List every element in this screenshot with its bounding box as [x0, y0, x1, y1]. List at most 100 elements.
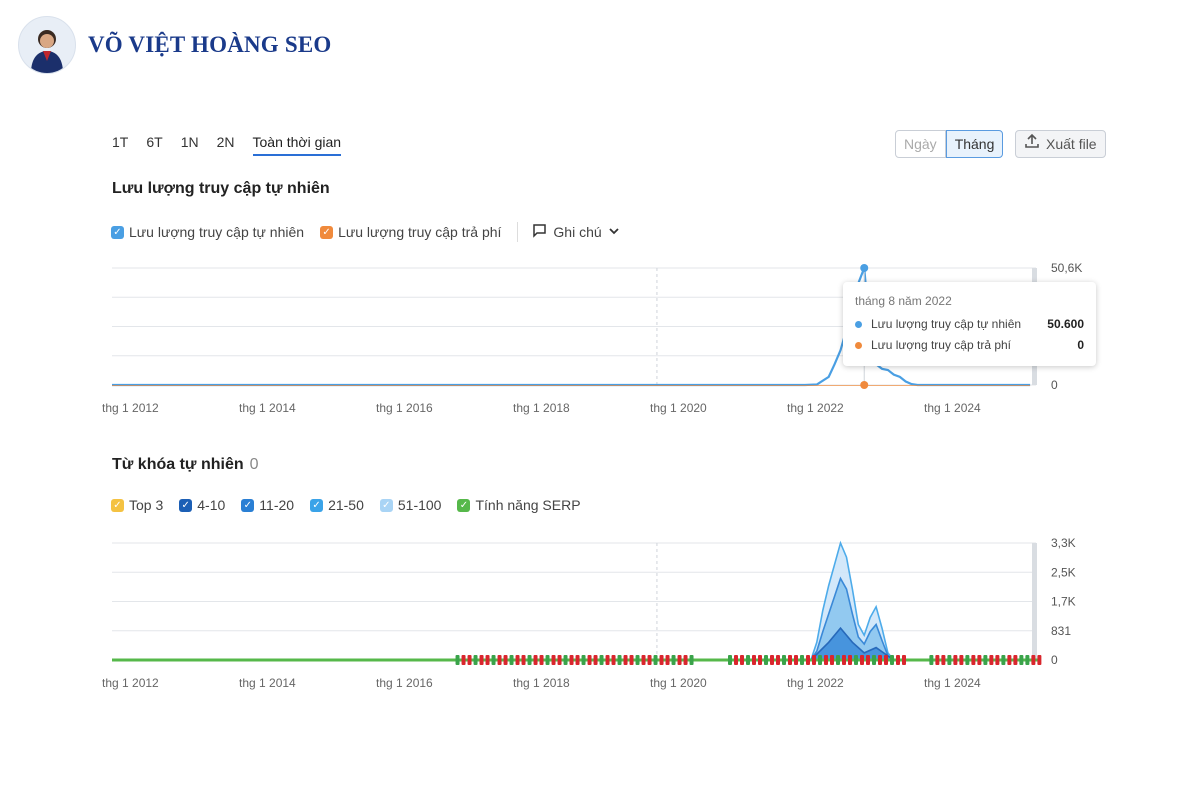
paid-dot-icon [855, 341, 862, 349]
checkbox-icon[interactable]: ✓ [179, 498, 193, 512]
tab-all-time[interactable]: Toàn thời gian [252, 134, 342, 156]
serp-feature-icon [635, 655, 640, 665]
serp-feature-icon [824, 655, 828, 665]
y-tick-label: 50,6K [1051, 261, 1082, 275]
x-tick-label: thg 1 2020 [650, 401, 707, 415]
serp-feature-icon [935, 655, 940, 665]
x-tick-label: thg 1 2018 [513, 401, 570, 415]
x-tick-label: thg 1 2024 [924, 676, 981, 690]
serp-feature-icon [836, 655, 840, 665]
tooltip-title: tháng 8 năm 2022 [855, 294, 952, 308]
serp-feature-icon [1037, 655, 1042, 665]
y-tick-label: 1,7K [1051, 595, 1076, 609]
serp-feature-icon [611, 655, 616, 665]
serp-feature-icon [890, 655, 894, 665]
serp-feature-icon [758, 655, 762, 665]
avatar [18, 16, 76, 74]
serp-feature-icon [581, 655, 586, 665]
checkbox-icon[interactable]: ✓ [310, 498, 324, 512]
serp-feature-icon [995, 655, 1000, 665]
serp-feature-icon [728, 655, 732, 665]
x-tick-label: thg 1 2022 [787, 401, 844, 415]
serp-feature-icon [740, 655, 744, 665]
serp-feature-icon [830, 655, 834, 665]
serp-feature-icon [497, 655, 502, 665]
serp-feature-icon [593, 655, 598, 665]
serp-feature-icon [989, 655, 994, 665]
keywords-legend: ✓ Top 3 ✓ 4-10 ✓ 11-20 ✓ 21-50 ✓ 51-100 … [111, 497, 597, 513]
serp-feature-icon [623, 655, 628, 665]
tab-2-years[interactable]: 2N [217, 134, 235, 156]
serp-feature-icon [557, 655, 562, 665]
checkbox-icon[interactable]: ✓ [111, 225, 124, 239]
checkbox-icon[interactable]: ✓ [379, 498, 393, 512]
legend-11-20-label: 11-20 [259, 497, 295, 513]
y-tick-label: 0 [1051, 378, 1058, 392]
serp-feature-icon [794, 655, 798, 665]
legend-serp[interactable]: ✓ Tính năng SERP [457, 497, 581, 513]
legend-top3[interactable]: ✓ Top 3 [111, 497, 163, 513]
granularity-toggle: Ngày Tháng [895, 130, 1004, 158]
serp-feature-icon [653, 655, 658, 665]
legend-51-100-label: 51-100 [397, 497, 442, 513]
chevron-down-icon [608, 224, 620, 240]
serp-feature-icon [527, 655, 532, 665]
serp-feature-icon [473, 655, 478, 665]
tab-6-months[interactable]: 6T [146, 134, 162, 156]
x-tick-label: thg 1 2018 [513, 676, 570, 690]
checkbox-icon[interactable]: ✓ [111, 498, 124, 512]
serp-feature-icon [983, 655, 988, 665]
legend-organic[interactable]: ✓ Lưu lượng truy cập tự nhiên [111, 224, 304, 240]
tab-1-year[interactable]: 1N [181, 134, 199, 156]
tooltip-organic-label: Lưu lượng truy cập tự nhiên [871, 317, 1022, 331]
serp-feature-icon [848, 655, 852, 665]
notes-label: Ghi chú [553, 224, 602, 240]
x-tick-label: thg 1 2022 [787, 676, 844, 690]
serp-feature-icon [782, 655, 786, 665]
serp-feature-icon [545, 655, 550, 665]
y-tick-label: 0 [1051, 653, 1058, 667]
serp-feature-icon [734, 655, 738, 665]
checkbox-icon[interactable]: ✓ [457, 498, 471, 512]
keywords-count: 0 [249, 456, 259, 473]
serp-feature-icon [1031, 655, 1036, 665]
brand-header: VÕ VIỆT HOÀNG SEO [18, 16, 331, 74]
serp-feature-icon [752, 655, 756, 665]
legend-51-100[interactable]: ✓ 51-100 [379, 497, 442, 513]
serp-feature-icon [551, 655, 556, 665]
month-button[interactable]: Tháng [945, 130, 1004, 158]
serp-feature-icon [533, 655, 538, 665]
tooltip-organic-value: 50.600 [1047, 317, 1084, 331]
serp-feature-icon [953, 655, 958, 665]
export-button[interactable]: Xuất file [1015, 130, 1106, 158]
serp-feature-icon [818, 655, 822, 665]
serp-feature-icon [947, 655, 952, 665]
day-button[interactable]: Ngày [895, 130, 946, 158]
legend-paid[interactable]: ✓ Lưu lượng truy cập trả phí [320, 224, 501, 240]
serp-feature-icon [746, 655, 750, 665]
x-tick-label: thg 1 2014 [239, 401, 296, 415]
tooltip-paid-label: Lưu lượng truy cập trả phí [871, 338, 1012, 352]
serp-feature-icon [842, 655, 846, 665]
serp-feature-icon [455, 655, 460, 665]
serp-feature-icon [959, 655, 964, 665]
keywords-title-text: Từ khóa tự nhiên [112, 456, 244, 473]
legend-11-20[interactable]: ✓ 11-20 [241, 497, 294, 513]
serp-feature-icon [776, 655, 780, 665]
serp-feature-icon [971, 655, 976, 665]
legend-4-10[interactable]: ✓ 4-10 [179, 497, 225, 513]
x-tick-label: thg 1 2014 [239, 676, 296, 690]
serp-feature-icon [521, 655, 526, 665]
checkbox-icon[interactable]: ✓ [320, 225, 334, 239]
legend-21-50[interactable]: ✓ 21-50 [310, 497, 364, 513]
serp-feature-icon [599, 655, 604, 665]
organic-peak-point [860, 264, 869, 272]
notes-dropdown[interactable]: Ghi chú [532, 223, 619, 241]
checkbox-icon[interactable]: ✓ [241, 498, 255, 512]
serp-feature-icon [563, 655, 568, 665]
x-tick-label: thg 1 2024 [924, 401, 981, 415]
tab-1-month[interactable]: 1T [112, 134, 128, 156]
brand-name: VÕ VIỆT HOÀNG SEO [88, 32, 332, 57]
legend-4-10-label: 4-10 [197, 497, 226, 513]
serp-feature-icon [641, 655, 646, 665]
